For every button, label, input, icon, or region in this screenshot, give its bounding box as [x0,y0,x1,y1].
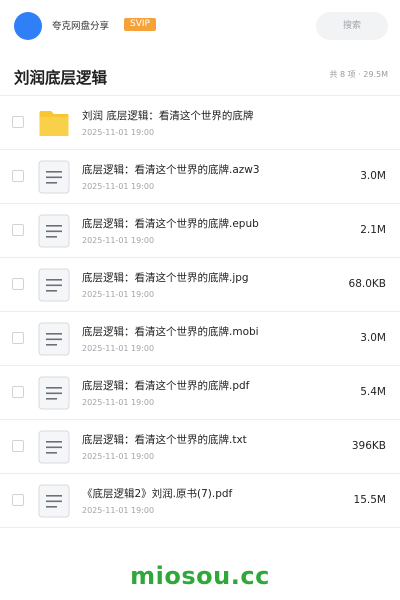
file-date: 2025-11-01 19:00 [82,452,155,461]
file-row[interactable]: 底层逻辑：看清这个世界的底牌.azw3 2025-11-01 19:00 3.0… [0,150,400,204]
header-bar: 夸克网盘分享 SVIP [0,0,400,52]
file-list: 刘润 底层逻辑：看清这个世界的底牌 2025-11-01 19:00 底层逻辑：… [0,96,400,528]
document-icon [38,268,70,302]
file-name: 底层逻辑：看清这个世界的底牌.pdf [82,380,250,392]
row-checkbox[interactable] [12,440,24,452]
file-row[interactable]: 刘润 底层逻辑：看清这个世界的底牌 2025-11-01 19:00 [0,96,400,150]
file-name: 《底层逻辑2》刘润.原书(7).pdf [82,488,233,500]
file-size: 5.4M [360,386,386,398]
file-summary: 共 8 项 · 29.5M [329,70,388,79]
row-checkbox[interactable] [12,386,24,398]
row-checkbox[interactable] [12,116,24,128]
file-date: 2025-11-01 19:00 [82,398,155,407]
file-date: 2025-11-01 19:00 [82,128,155,137]
document-icon [38,484,70,518]
file-size: 396KB [351,440,386,452]
row-checkbox[interactable] [12,494,24,506]
file-name: 底层逻辑：看清这个世界的底牌.jpg [82,272,249,284]
folder-icon [39,111,69,136]
file-name: 底层逻辑：看清这个世界的底牌.txt [82,434,247,446]
search-input[interactable] [316,12,388,40]
row-checkbox[interactable] [12,332,24,344]
file-row[interactable]: 底层逻辑：看清这个世界的底牌.pdf 2025-11-01 19:00 5.4M [0,366,400,420]
file-date: 2025-11-01 19:00 [82,290,155,299]
file-size: 2.1M [360,224,386,236]
file-name: 底层逻辑：看清这个世界的底牌.azw3 [82,164,260,176]
file-size: 3.0M [360,332,386,344]
file-size: 15.5M [353,494,386,506]
file-date: 2025-11-01 19:00 [82,344,155,353]
document-icon [38,322,70,356]
app-title: 夸克网盘分享 [52,21,110,32]
document-icon [38,214,70,248]
avatar[interactable] [14,12,42,40]
file-row[interactable]: 底层逻辑：看清这个世界的底牌.mobi 2025-11-01 19:00 3.0… [0,312,400,366]
watermark-text: miosou.cc [130,562,270,590]
folder-title-bar: 刘润底层逻辑 共 8 项 · 29.5M [0,52,400,96]
file-name: 底层逻辑：看清这个世界的底牌.mobi [82,326,259,338]
file-row[interactable]: 底层逻辑：看清这个世界的底牌.epub 2025-11-01 19:00 2.1… [0,204,400,258]
file-size: 3.0M [360,170,386,182]
file-date: 2025-11-01 19:00 [82,182,155,191]
row-checkbox[interactable] [12,224,24,236]
file-date: 2025-11-01 19:00 [82,506,155,515]
file-row[interactable]: 底层逻辑：看清这个世界的底牌.txt 2025-11-01 19:00 396K… [0,420,400,474]
document-icon [38,160,70,194]
row-checkbox[interactable] [12,170,24,182]
document-icon [38,430,70,464]
file-size: 68.0KB [348,278,386,290]
file-name: 底层逻辑：看清这个世界的底牌.epub [82,218,259,230]
svip-badge: SVIP [124,18,156,31]
document-icon [38,376,70,410]
page-title: 刘润底层逻辑 [14,69,108,87]
file-date: 2025-11-01 19:00 [82,236,155,245]
file-name: 刘润 底层逻辑：看清这个世界的底牌 [82,110,254,122]
row-checkbox[interactable] [12,278,24,290]
file-row[interactable]: 底层逻辑：看清这个世界的底牌.jpg 2025-11-01 19:00 68.0… [0,258,400,312]
file-row[interactable]: 《底层逻辑2》刘润.原书(7).pdf 2025-11-01 19:00 15.… [0,474,400,528]
